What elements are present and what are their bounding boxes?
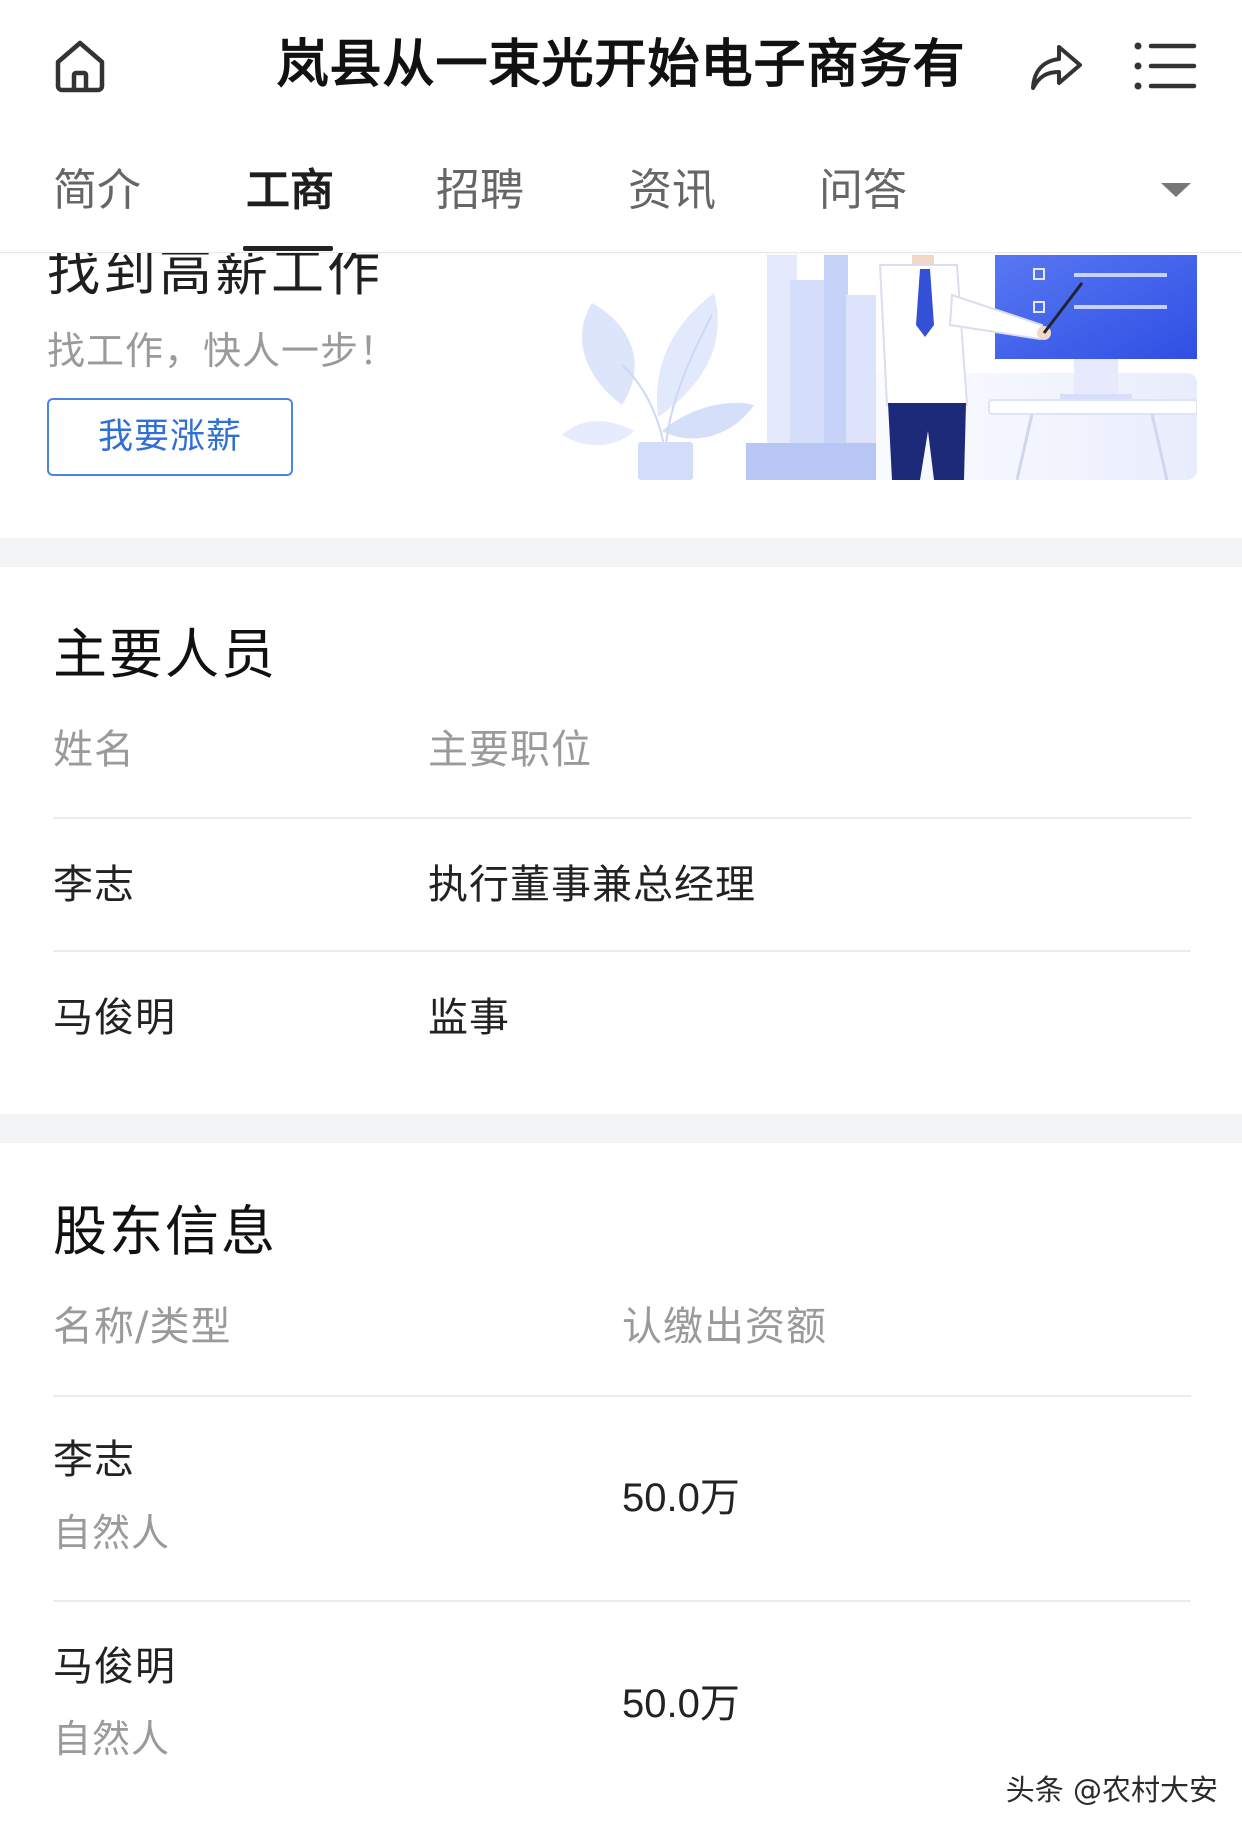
person-name: 李志 (53, 862, 135, 908)
banner-subtitle: 找工作，快人一步！ (47, 329, 399, 373)
person-position: 执行董事兼总经理 (428, 862, 756, 908)
table-row[interactable]: 李志 执行董事兼总经理 (0, 819, 1242, 950)
shareholder-type: 自然人 (53, 1511, 171, 1555)
section-title-shareholders: 股东信息 (53, 1200, 277, 1263)
table-row[interactable]: 马俊明 自然人 50.0万 (0, 1602, 1242, 1782)
table-row[interactable]: 马俊明 监事 (0, 952, 1242, 1082)
top-bar: 岚县从一束光开始电子商务有 (0, 0, 1242, 133)
tab-news[interactable]: 资讯 (628, 165, 716, 217)
presenter-illustration (562, 255, 1197, 480)
watermark: 头条 @农村大安 (1005, 1773, 1218, 1807)
section-title-key-personnel: 主要人员 (53, 623, 277, 686)
raise-salary-button[interactable]: 我要涨薪 (47, 398, 293, 476)
shareholder-name: 李志 (53, 1437, 135, 1483)
column-header-name-type: 名称/类型 (53, 1304, 232, 1350)
tab-business-registration[interactable]: 工商 (246, 165, 334, 217)
section-separator (0, 538, 1242, 567)
subscribed-amount: 50.0万 (622, 1682, 740, 1726)
column-header-name: 姓名 (53, 727, 135, 773)
plant-pot (638, 442, 693, 480)
person-name: 马俊明 (53, 995, 176, 1041)
building-columns (746, 255, 876, 480)
tab-recruitment[interactable]: 招聘 (436, 165, 524, 217)
section-separator (0, 1114, 1242, 1143)
person-position: 监事 (428, 995, 510, 1041)
plant-leaves (562, 293, 754, 446)
chevron-down-icon[interactable] (1161, 183, 1191, 197)
shareholder-name: 马俊明 (53, 1644, 176, 1690)
tab-overview[interactable]: 简介 (53, 165, 141, 217)
active-tab-indicator (243, 246, 333, 251)
menu-icon[interactable] (1133, 40, 1197, 92)
column-header-position: 主要职位 (428, 727, 592, 773)
column-header-subscribed-capital: 认缴出资额 (622, 1304, 827, 1350)
tab-bar: 简介 工商 招聘 资讯 问答 (0, 132, 1242, 253)
shareholder-type: 自然人 (53, 1717, 171, 1761)
table-row[interactable]: 李志 自然人 50.0万 (0, 1397, 1242, 1600)
share-icon[interactable] (1028, 38, 1086, 94)
tab-qa[interactable]: 问答 (819, 165, 907, 217)
subscribed-amount: 50.0万 (622, 1476, 740, 1520)
